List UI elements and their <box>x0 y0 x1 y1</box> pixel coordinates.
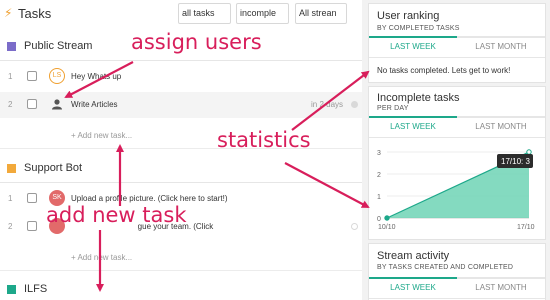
arrow-assign-users <box>64 61 134 98</box>
arrow-statistics-ranking <box>291 70 370 131</box>
arrow-statistics-chart <box>284 162 370 208</box>
annotation-statistics: statistics <box>217 128 311 152</box>
annotation-add-new-task: add new task <box>46 203 187 227</box>
annotation-assign-users: assign users <box>131 30 262 54</box>
